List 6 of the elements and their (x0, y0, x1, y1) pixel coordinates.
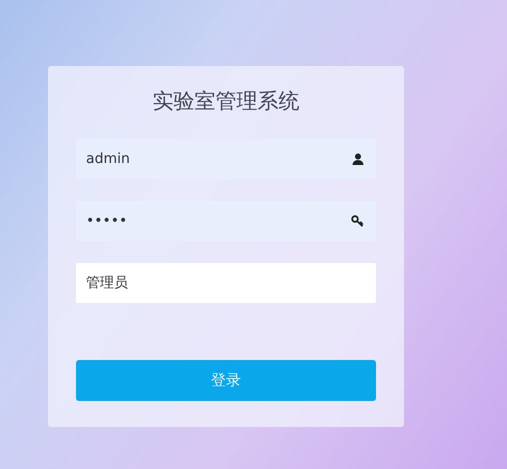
user-icon (352, 153, 364, 165)
key-icon (351, 215, 364, 227)
role-field[interactable]: 管理员 (76, 263, 376, 303)
password-field[interactable]: ••••• (76, 201, 376, 241)
system-title: 实验室管理系统 (152, 88, 300, 115)
username-field[interactable]: admin (76, 139, 376, 179)
